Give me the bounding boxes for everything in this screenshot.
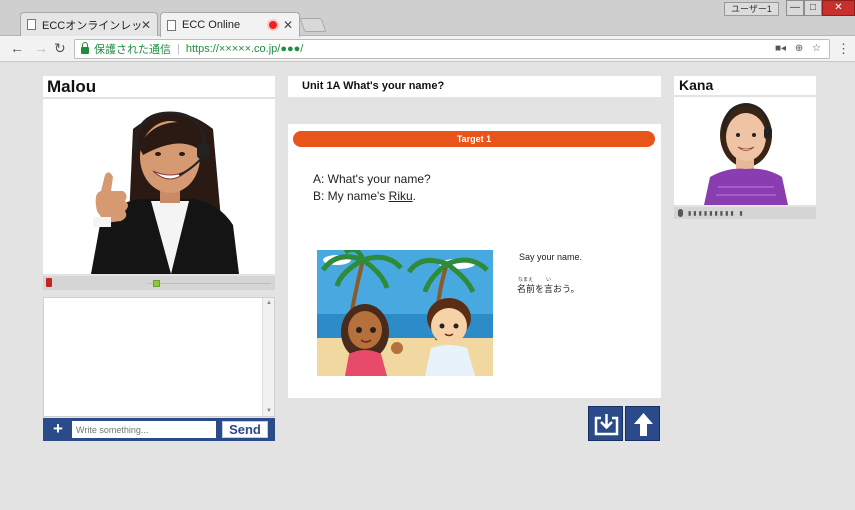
document-icon bbox=[27, 19, 36, 30]
url-separator: | bbox=[177, 43, 180, 55]
close-window-button[interactable]: ✕ bbox=[822, 0, 855, 16]
lesson-illustration bbox=[317, 250, 493, 376]
dialog-text: A: What's your name? B: My name's Riku. bbox=[313, 171, 431, 205]
arrow-up-icon bbox=[634, 413, 653, 436]
prompt-japanese: 名前を言おう。 bbox=[517, 284, 580, 294]
dialog-line-b: B: My name's Riku. bbox=[313, 188, 431, 205]
upload-button[interactable] bbox=[625, 406, 660, 441]
tab-ecc-lesson[interactable]: ECCオンラインレッスン ✕ bbox=[20, 12, 158, 36]
url-actions: ■◂ ⊕ ☆ bbox=[775, 43, 821, 54]
address-bar[interactable]: 保護された通信 | https://×××××.co.jp/●●●/ ■◂ ⊕ … bbox=[74, 39, 830, 59]
user-profile-badge[interactable]: ユーザー1 bbox=[724, 2, 779, 16]
teacher-volume-bar[interactable] bbox=[43, 276, 275, 290]
download-button[interactable] bbox=[588, 406, 623, 441]
tab-title: ECCオンラインレッスン bbox=[42, 19, 141, 32]
chat-log[interactable]: ▲ ▼ bbox=[43, 297, 275, 417]
close-tab-icon[interactable]: ✕ bbox=[141, 18, 151, 32]
zoom-icon[interactable]: ⊕ bbox=[795, 43, 803, 54]
browser-toolbar: ← → ↻ 保護された通信 | https://×××××.co.jp/●●●/… bbox=[0, 36, 855, 62]
forward-arrow-icon[interactable]: → bbox=[34, 40, 48, 56]
chat-scrollbar[interactable]: ▲ ▼ bbox=[262, 298, 274, 416]
reload-icon[interactable]: ↻ bbox=[54, 40, 66, 57]
scroll-up-icon[interactable]: ▲ bbox=[266, 300, 272, 306]
student-name: Kana bbox=[674, 76, 816, 95]
student-video bbox=[674, 97, 816, 205]
teacher-avatar bbox=[43, 99, 275, 274]
dialog-keyword: Riku bbox=[388, 189, 413, 203]
student-mic-level: ▮▮▮▮▮▮▮▮▮ ▮ bbox=[674, 207, 816, 219]
title-bar: ECCオンラインレッスン ✕ ECC Online ✕ ユーザー1 — □ ✕ bbox=[0, 0, 855, 37]
close-tab-icon[interactable]: ✕ bbox=[283, 18, 293, 32]
teacher-video bbox=[43, 99, 275, 274]
teacher-name: Malou bbox=[43, 76, 275, 97]
lock-icon bbox=[81, 41, 89, 54]
bookmark-star-icon[interactable]: ☆ bbox=[812, 43, 821, 54]
volume-track bbox=[147, 283, 271, 284]
url-text: https://×××××.co.jp/●●●/ bbox=[185, 43, 304, 55]
browser-menu-icon[interactable]: ⋮ bbox=[837, 41, 850, 57]
scroll-down-icon[interactable]: ▼ bbox=[266, 408, 272, 414]
tab-ecc-online[interactable]: ECC Online ✕ bbox=[160, 12, 300, 37]
dialog-line-b-suffix: . bbox=[412, 189, 417, 203]
prompt-english: Say your name. bbox=[519, 252, 583, 262]
back-arrow-icon[interactable]: ← bbox=[10, 40, 24, 56]
secure-label: 保護された通信 bbox=[94, 44, 171, 56]
speaker-icon[interactable] bbox=[46, 278, 52, 287]
unit-title: Unit 1A What's your name? bbox=[288, 76, 661, 97]
dialog-line-a: A: What's your name? bbox=[313, 172, 431, 186]
add-button[interactable]: + bbox=[48, 420, 68, 438]
volume-slider-handle[interactable] bbox=[153, 280, 160, 287]
tab-title: ECC Online bbox=[182, 19, 241, 31]
lesson-panel: Target 1 A: What's your name? B: My name… bbox=[288, 124, 661, 398]
maximize-button[interactable]: □ bbox=[804, 0, 822, 16]
beach-scene bbox=[317, 250, 493, 376]
chat-input[interactable] bbox=[72, 421, 216, 438]
student-avatar bbox=[674, 97, 816, 205]
download-icon bbox=[594, 414, 619, 436]
dialog-line-b-prefix: B: My name's bbox=[313, 189, 389, 203]
camera-icon[interactable]: ■◂ bbox=[775, 43, 786, 54]
mic-level-meter: ▮▮▮▮▮▮▮▮▮ ▮ bbox=[688, 211, 745, 217]
recording-icon bbox=[268, 21, 277, 29]
chat-input-bar: + Send bbox=[43, 418, 275, 441]
minimize-button[interactable]: — bbox=[786, 0, 804, 16]
document-icon bbox=[167, 19, 176, 31]
new-tab-button[interactable] bbox=[299, 18, 327, 32]
send-button[interactable]: Send bbox=[222, 421, 268, 438]
mic-icon bbox=[678, 209, 683, 217]
target-badge: Target 1 bbox=[293, 131, 655, 147]
